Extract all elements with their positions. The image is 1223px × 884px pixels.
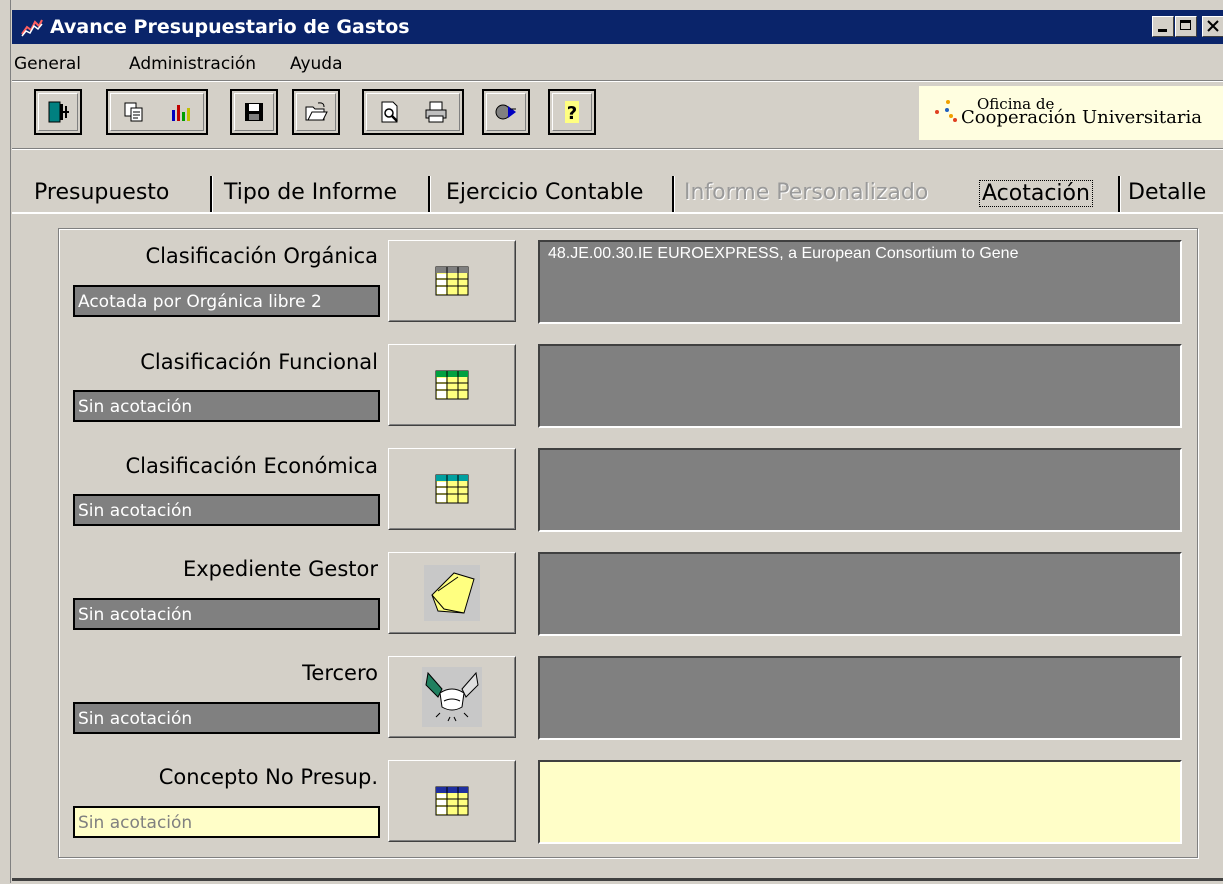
minimize-button[interactable] (1152, 16, 1174, 37)
status-tercero: Sin acotación (73, 702, 380, 734)
preview-print-button[interactable] (362, 89, 464, 135)
value-organica: 48.JE.00.30.IE EUROEXPRESS, a European C… (538, 240, 1182, 324)
floppy-disk-icon (245, 103, 263, 121)
tab-label: Informe Personalizado (684, 180, 929, 205)
open-button[interactable] (292, 89, 340, 135)
logo-line2: Cooperación Universitaria (961, 107, 1202, 128)
copy-icon (124, 102, 143, 122)
maximize-icon (1180, 20, 1191, 30)
pick-economica-button[interactable] (388, 448, 516, 530)
tab-label: Tipo de Informe (224, 180, 398, 205)
tab-divider (1118, 176, 1121, 212)
row-label-funcional: Clasificación Funcional (140, 350, 378, 374)
tab-divider (428, 176, 431, 212)
status-funcional: Sin acotación (73, 390, 380, 422)
tab-label: Ejercicio Contable (446, 180, 644, 205)
toolbar-separator (12, 148, 1223, 150)
question-mark-icon: ? (565, 101, 579, 124)
value-tercero (538, 656, 1182, 740)
refresh-button[interactable] (482, 89, 530, 135)
row-label-organica: Clasificación Orgánica (145, 244, 378, 268)
app-chart-icon (20, 16, 44, 38)
svg-text:?: ? (567, 103, 577, 124)
row-label-concepto: Concepto No Presup. (158, 765, 378, 789)
status-economica: Sin acotación (73, 494, 380, 526)
exit-button[interactable] (34, 89, 82, 135)
menu-general[interactable]: General (14, 54, 81, 74)
toolbar: ? Oficina de Cooperación Universitaria (12, 84, 1223, 146)
pick-expediente-button[interactable] (388, 552, 516, 634)
pick-concepto-button[interactable] (388, 760, 516, 842)
tab-divider (672, 176, 675, 212)
menu-ayuda[interactable]: Ayuda (290, 54, 343, 74)
save-button[interactable] (230, 89, 278, 135)
pick-organica-button[interactable] (388, 240, 516, 322)
value-economica (538, 448, 1182, 532)
exit-door-icon (48, 101, 69, 123)
organization-logo: Oficina de Cooperación Universitaria (919, 86, 1223, 140)
value-funcional (538, 344, 1182, 428)
close-button[interactable] (1202, 16, 1223, 37)
handshake-icon (422, 667, 482, 727)
table-grid-icon (435, 266, 469, 296)
status-expediente: Sin acotación (73, 598, 380, 630)
window-bottom-border (12, 878, 1223, 881)
maximize-button[interactable] (1175, 16, 1197, 37)
bar-chart-icon (172, 105, 190, 121)
window-left-border (0, 0, 11, 883)
title-bar: Avance Presupuestario de Gastos (12, 10, 1223, 44)
pick-tercero-button[interactable] (388, 656, 516, 738)
menu-administracion[interactable]: Administración (129, 54, 256, 74)
value-concepto[interactable] (538, 760, 1182, 844)
menu-separator (12, 80, 1223, 82)
tab-label: Acotación (979, 180, 1093, 207)
copy-chart-button[interactable] (106, 89, 208, 135)
status-concepto: Sin acotación (73, 806, 380, 838)
status-organica: Acotada por Orgánica libre 2 (73, 285, 380, 317)
open-folder-icon (305, 102, 328, 121)
tab-divider (210, 176, 213, 212)
table-grid-cyan-icon (435, 474, 469, 504)
folder-icon (424, 565, 480, 621)
menu-bar: General Administración Ayuda (12, 48, 1223, 78)
minimize-icon (1158, 29, 1167, 32)
row-label-expediente: Expediente Gestor (182, 557, 378, 581)
printer-icon (425, 101, 447, 123)
help-button[interactable]: ? (548, 89, 596, 135)
value-expediente (538, 552, 1182, 636)
tab-label: Detalle (1128, 180, 1207, 205)
row-label-tercero: Tercero (302, 661, 378, 685)
refresh-icon (495, 104, 516, 120)
row-label-economica: Clasificación Económica (125, 454, 378, 478)
pick-funcional-button[interactable] (388, 344, 516, 426)
table-grid-blue-icon (435, 786, 469, 816)
window-title: Avance Presupuestario de Gastos (50, 16, 410, 38)
tab-label: Presupuesto (34, 180, 170, 205)
close-icon (1207, 20, 1219, 32)
logo-dots-icon (935, 100, 957, 122)
table-grid-green-icon (435, 370, 469, 400)
print-preview-icon (381, 101, 398, 123)
